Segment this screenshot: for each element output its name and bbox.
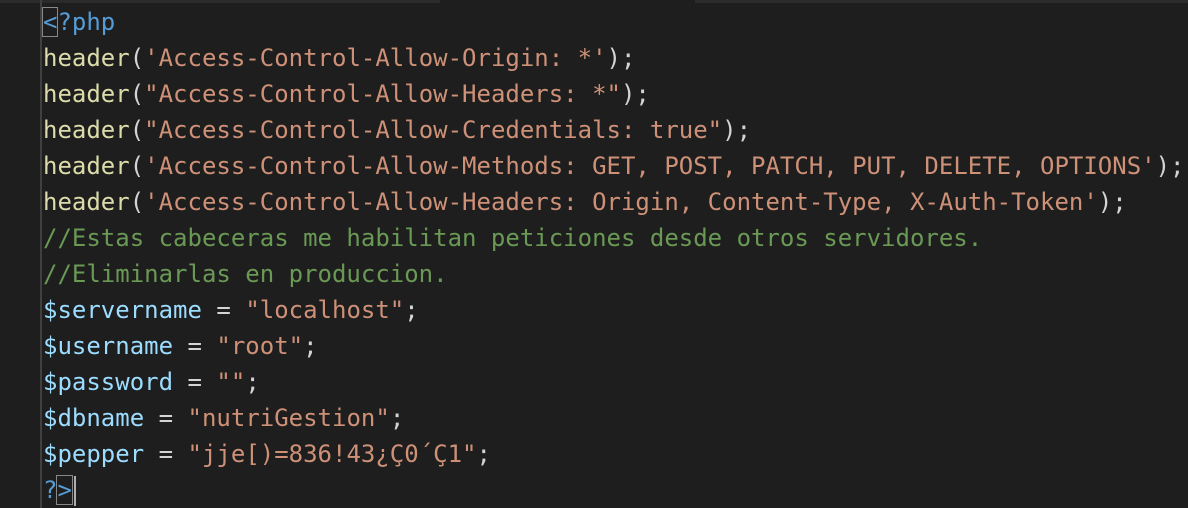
function-name: header xyxy=(43,152,130,180)
code-line-14[interactable]: ?> xyxy=(43,472,76,508)
string-literal: "jje[)=836!43¿Ç0´Ç1" xyxy=(187,440,477,468)
assign-operator: = xyxy=(201,296,246,324)
assign-operator: = xyxy=(173,332,217,360)
semicolon: ; xyxy=(404,296,419,324)
tab-bar-edge xyxy=(0,0,440,3)
assign-operator: = xyxy=(144,404,188,432)
code-line-2[interactable]: header('Access-Control-Allow-Origin: *')… xyxy=(43,40,635,76)
code-line-11[interactable]: $password = ""; xyxy=(43,364,260,400)
paren-open: ( xyxy=(129,152,145,180)
assign-operator: = xyxy=(144,440,188,468)
code-line-9[interactable]: $servername = "localhost"; xyxy=(43,292,419,328)
php-close-tag-q: ? xyxy=(43,476,58,504)
function-name: header xyxy=(43,188,130,216)
paren-close: ); xyxy=(606,44,636,72)
paren-close: ); xyxy=(1155,152,1185,180)
comment: //Estas cabeceras me habilitan peticione… xyxy=(43,224,983,252)
assign-operator: = xyxy=(173,368,217,396)
code-line-5[interactable]: header('Access-Control-Allow-Methods: GE… xyxy=(43,148,1185,184)
paren-open: ( xyxy=(129,44,145,72)
code-line-13[interactable]: $pepper = "jje[)=836!43¿Ç0´Ç1"; xyxy=(43,436,491,472)
php-open-tag-lt: < xyxy=(41,7,59,37)
code-line-12[interactable]: $dbname = "nutriGestion"; xyxy=(43,400,404,436)
semicolon: ; xyxy=(389,404,405,432)
variable-name: $servername xyxy=(43,296,202,324)
code-line-8[interactable]: //Eliminarlas en produccion. xyxy=(43,256,448,292)
php-close-tag-gt: > xyxy=(56,475,73,505)
paren-open: ( xyxy=(129,116,145,144)
paren-close: ); xyxy=(722,116,752,144)
php-open-tag-rest: ?php xyxy=(57,8,116,36)
function-name: header xyxy=(43,44,130,72)
paren-close: ); xyxy=(620,80,650,108)
string-literal: "Access-Control-Allow-Headers: *" xyxy=(144,80,621,108)
code-line-7[interactable]: //Estas cabeceras me habilitan peticione… xyxy=(43,220,982,256)
indent-guide xyxy=(40,0,42,508)
text-cursor xyxy=(73,476,76,506)
variable-name: $dbname xyxy=(43,404,145,432)
code-editor[interactable]: <?php header('Access-Control-Allow-Origi… xyxy=(0,0,1188,508)
string-literal: 'Access-Control-Allow-Methods: GET, POST… xyxy=(144,152,1156,180)
code-line-1[interactable]: <?php xyxy=(41,4,116,40)
string-literal: "nutriGestion" xyxy=(187,404,390,432)
string-literal: 'Access-Control-Allow-Origin: *' xyxy=(144,44,607,72)
function-name: header xyxy=(43,80,130,108)
variable-name: $username xyxy=(43,332,174,360)
comment: //Eliminarlas en produccion. xyxy=(43,260,448,288)
paren-open: ( xyxy=(129,188,145,216)
semicolon: ; xyxy=(476,440,491,468)
variable-name: $password xyxy=(43,368,174,396)
semicolon: ; xyxy=(245,368,260,396)
code-line-4[interactable]: header("Access-Control-Allow-Credentials… xyxy=(43,112,751,148)
paren-open: ( xyxy=(129,80,145,108)
code-line-3[interactable]: header("Access-Control-Allow-Headers: *"… xyxy=(43,76,650,112)
string-literal: "root" xyxy=(216,332,304,360)
string-literal: "" xyxy=(216,368,246,396)
tab-bar-edge-right xyxy=(695,0,1188,3)
string-literal: 'Access-Control-Allow-Headers: Origin, C… xyxy=(144,188,1098,216)
paren-close: ); xyxy=(1097,188,1127,216)
variable-name: $pepper xyxy=(43,440,145,468)
code-line-10[interactable]: $username = "root"; xyxy=(43,328,318,364)
semicolon: ; xyxy=(303,332,318,360)
string-literal: "localhost" xyxy=(245,296,405,324)
code-line-6[interactable]: header('Access-Control-Allow-Headers: Or… xyxy=(43,184,1127,220)
string-literal: "Access-Control-Allow-Credentials: true" xyxy=(144,116,723,144)
function-name: header xyxy=(43,116,130,144)
